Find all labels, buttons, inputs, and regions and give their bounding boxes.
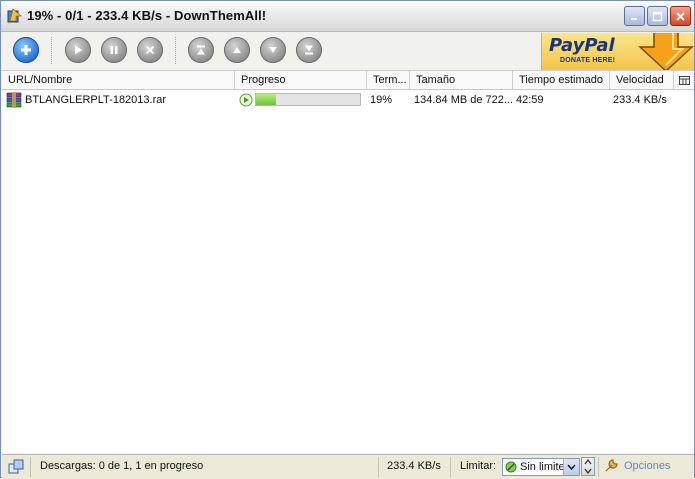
paypal-donate-banner[interactable]: PayPal DONATE HERE!: [541, 33, 694, 70]
app-window: 19% - 0/1 - 233.4 KB/s - DownThemAll! Pa…: [0, 0, 695, 479]
download-filename: BTLANGLERPLT-182013.rar: [25, 94, 167, 106]
resume-button[interactable]: [65, 37, 91, 63]
minimize-button[interactable]: [624, 6, 645, 26]
limit-label: Limitar:: [460, 460, 497, 472]
statusbar-separator: [30, 457, 31, 477]
close-icon: [676, 11, 685, 21]
downthemall-app-icon: [6, 8, 23, 24]
spinner-up-icon: [584, 459, 592, 465]
speed-limit-dropdown-button[interactable]: [563, 459, 579, 475]
toolbar: PayPal DONATE HERE!: [1, 32, 694, 71]
column-header-url[interactable]: URL/Nombre: [2, 71, 235, 89]
speed-limit-spinner[interactable]: [581, 457, 595, 476]
add-button[interactable]: [13, 37, 39, 63]
manager-window-button[interactable]: [8, 459, 24, 478]
downloads-summary: Descargas: 0 de 1, 1 en progreso: [40, 460, 204, 472]
paypal-tagline: DONATE HERE!: [560, 57, 616, 64]
column-picker-icon: [678, 75, 690, 85]
title-bar: 19% - 0/1 - 233.4 KB/s - DownThemAll!: [1, 1, 694, 32]
download-row[interactable]: BTLANGLERPLT-182013.rar 19% 134.84 MB de…: [2, 90, 694, 110]
paypal-logo: PayPal: [549, 35, 615, 56]
download-percent: 19%: [370, 94, 393, 106]
chevron-down-icon: [567, 464, 576, 470]
window-title: 19% - 0/1 - 233.4 KB/s - DownThemAll!: [27, 8, 267, 23]
column-header-speed[interactable]: Velocidad: [610, 71, 674, 89]
maximize-button[interactable]: [647, 6, 668, 26]
download-speed: 233.4 KB/s: [613, 94, 667, 106]
rar-archive-icon: [6, 92, 22, 111]
pause-button[interactable]: [101, 37, 127, 63]
move-top-button[interactable]: [188, 37, 214, 63]
windows-icon: [8, 459, 24, 474]
column-picker-button[interactable]: [674, 71, 694, 89]
up-arrow-icon: [233, 47, 241, 53]
cancel-button[interactable]: [137, 37, 163, 63]
download-arrow-icon: [638, 33, 694, 70]
download-progress-fill: [256, 94, 276, 105]
status-bar: Descargas: 0 de 1, 1 en progreso 233.4 K…: [2, 454, 694, 479]
move-down-button[interactable]: [260, 37, 286, 63]
column-header-progress[interactable]: Progreso: [235, 71, 367, 89]
unlimited-icon: [505, 461, 517, 473]
down-arrow-icon: [269, 47, 277, 53]
minimize-icon: [631, 17, 637, 20]
downloading-status-icon: [239, 93, 253, 110]
x-icon: [145, 45, 155, 55]
column-header-completed[interactable]: Term...: [367, 71, 410, 89]
toolbar-separator: [51, 37, 53, 64]
column-header-size[interactable]: Tamaño: [410, 71, 513, 89]
plus-icon: [21, 45, 31, 55]
move-bottom-icon: [305, 45, 313, 55]
download-list-header: URL/Nombre Progreso Term... Tamaño Tiemp…: [2, 71, 694, 90]
toolbar-separator: [175, 37, 177, 64]
pause-icon: [110, 46, 118, 54]
move-up-button[interactable]: [224, 37, 250, 63]
play-icon: [75, 45, 83, 55]
spinner-down-icon: [584, 468, 592, 474]
statusbar-separator: [598, 457, 599, 477]
move-bottom-button[interactable]: [296, 37, 322, 63]
close-button[interactable]: [670, 6, 691, 26]
download-progress-bar: [255, 93, 361, 106]
statusbar-separator: [378, 457, 379, 477]
speed-limit-value: Sin limite: [520, 461, 565, 473]
move-top-icon: [197, 45, 205, 55]
maximize-icon: [652, 11, 663, 21]
download-eta: 42:59: [516, 94, 544, 106]
download-list: BTLANGLERPLT-182013.rar 19% 134.84 MB de…: [2, 90, 694, 453]
download-size: 134.84 MB de 722...: [414, 94, 512, 106]
speed-limit-select[interactable]: Sin limite: [502, 458, 580, 476]
column-header-eta[interactable]: Tiempo estimado: [513, 71, 610, 89]
total-speed: 233.4 KB/s: [387, 460, 441, 472]
options-button[interactable]: Opciones: [603, 458, 670, 474]
wrench-icon: [605, 459, 618, 472]
options-label: Opciones: [624, 460, 671, 472]
statusbar-separator: [450, 457, 451, 477]
